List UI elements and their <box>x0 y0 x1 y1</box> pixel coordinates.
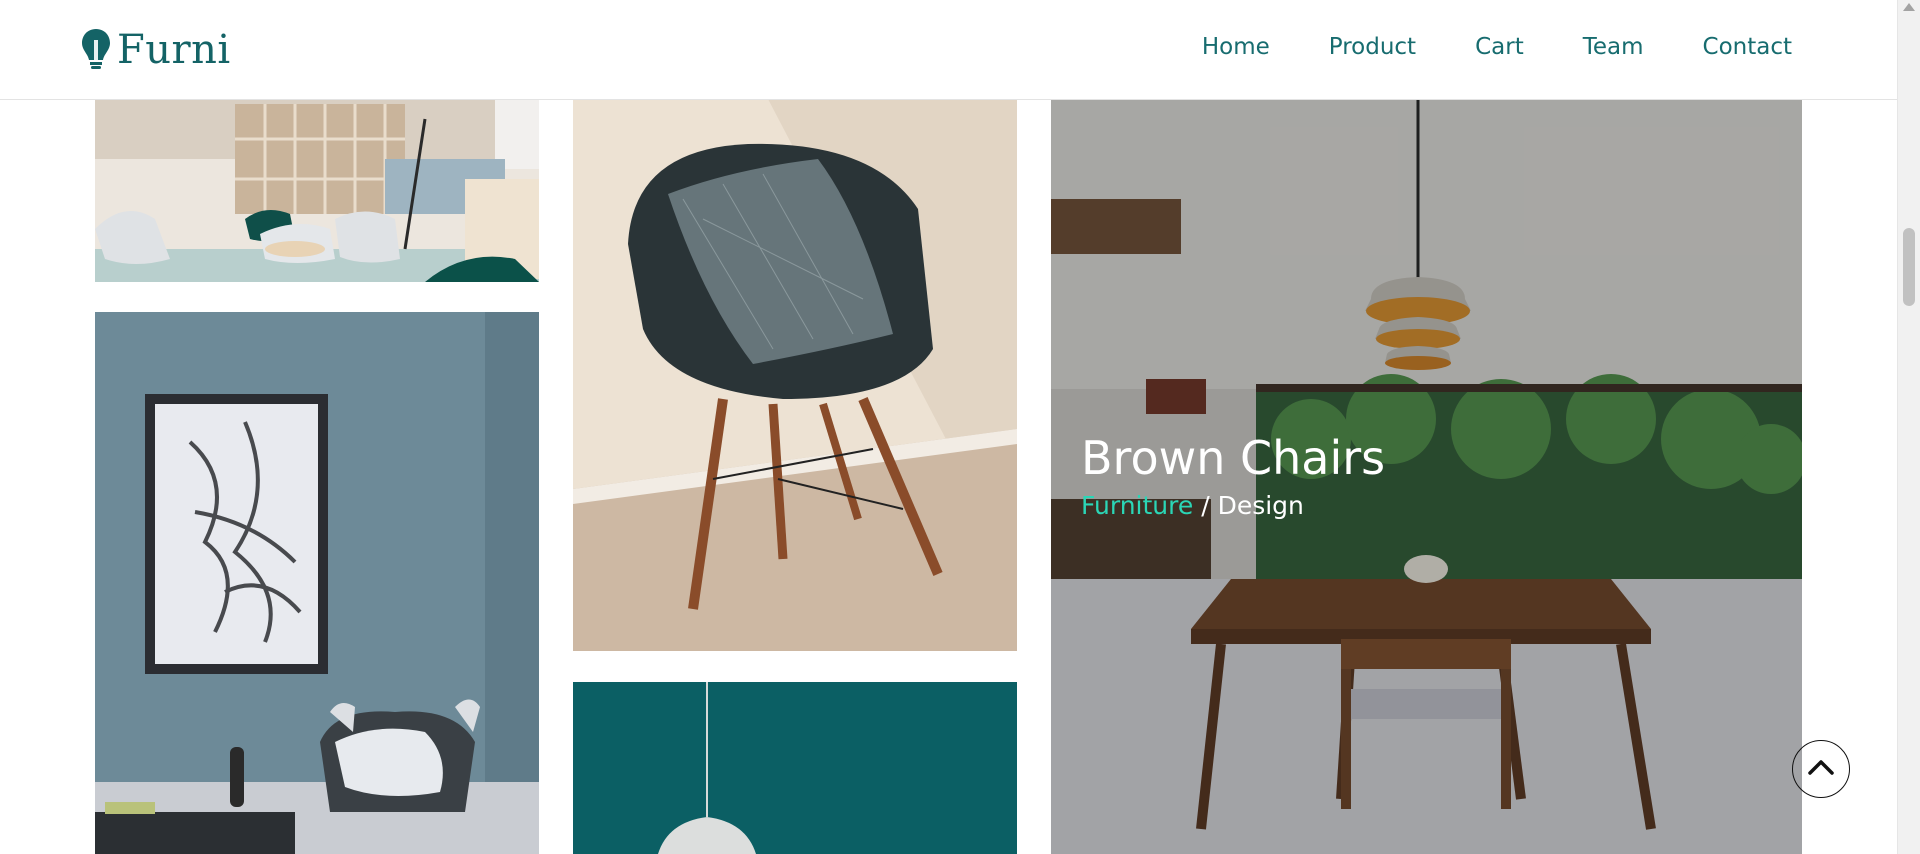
lounge-image <box>95 99 539 282</box>
brand-name: Furni <box>117 27 231 73</box>
gallery-tile-black-chair[interactable] <box>573 99 1017 651</box>
featured-tag: Design <box>1217 491 1304 520</box>
nav-cart-link[interactable]: Cart <box>1475 32 1524 62</box>
nav-product-link[interactable]: Product <box>1329 32 1416 62</box>
navbar: Furni Home Product Cart Team Contact <box>0 0 1897 100</box>
main-menu: Home Product Cart Team Contact <box>1143 32 1792 62</box>
black-chair-image <box>573 99 1017 651</box>
chevron-up-icon <box>1807 758 1835 780</box>
armchair-image <box>95 312 539 854</box>
page-scrollbar[interactable] <box>1897 0 1920 854</box>
featured-meta: Furniture / Design <box>1081 489 1304 523</box>
scrollbar-thumb[interactable] <box>1903 228 1915 306</box>
brand-logo[interactable]: Furni <box>81 27 231 73</box>
featured-separator: / <box>1193 491 1218 520</box>
gallery-tile-lounge[interactable] <box>95 99 539 282</box>
nav-contact-link[interactable]: Contact <box>1703 32 1792 62</box>
featured-category-link[interactable]: Furniture <box>1081 491 1193 520</box>
nav-home-link[interactable]: Home <box>1202 32 1270 62</box>
lightbulb-icon <box>81 28 111 72</box>
gallery-tile-armchair[interactable] <box>95 312 539 854</box>
scroll-up-arrow[interactable] <box>1903 3 1915 11</box>
featured-title: Brown Chairs <box>1081 431 1386 485</box>
back-to-top-button[interactable] <box>1792 740 1850 798</box>
nav-team-link[interactable]: Team <box>1583 32 1644 62</box>
gallery-tile-pendant-lamp[interactable] <box>573 682 1017 854</box>
pendant-lamp-image <box>573 682 1017 854</box>
